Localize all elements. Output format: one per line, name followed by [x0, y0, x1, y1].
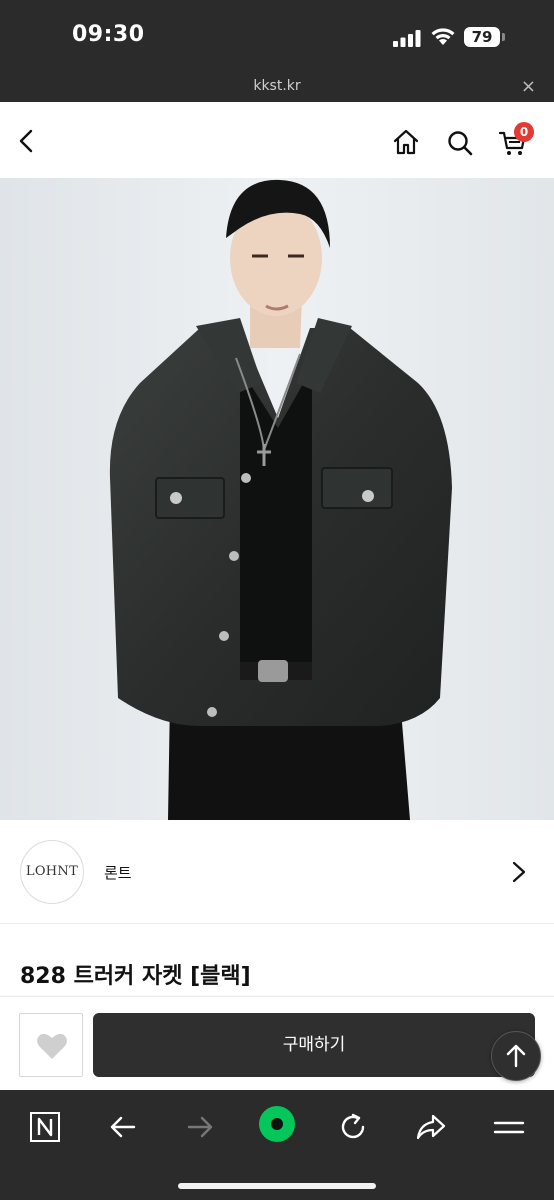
battery-tip [502, 33, 505, 41]
green-dot-icon[interactable] [257, 1104, 297, 1144]
close-icon[interactable]: × [521, 76, 536, 97]
arrow-up-icon [506, 1044, 526, 1068]
home-icon[interactable] [392, 128, 420, 156]
status-bar: 09:30 79 [0, 0, 554, 72]
reload-icon[interactable] [336, 1110, 370, 1144]
heart-icon [37, 1033, 67, 1059]
naver-n-icon[interactable] [28, 1110, 62, 1144]
status-time: 09:30 [72, 22, 145, 47]
brand-logo[interactable]: LOHNT [20, 840, 84, 904]
home-indicator [178, 1183, 376, 1189]
product-image [0, 178, 554, 820]
chevron-right-icon[interactable] [508, 860, 530, 884]
back-icon[interactable] [106, 1110, 140, 1144]
forward-icon[interactable] [183, 1110, 217, 1144]
app-header [0, 102, 554, 178]
wishlist-button[interactable] [19, 1013, 83, 1077]
menu-icon[interactable] [492, 1110, 526, 1144]
battery-indicator: 79 [464, 27, 500, 47]
url-text[interactable]: kkst.kr [0, 78, 554, 94]
back-arrow-icon[interactable] [14, 128, 40, 154]
scroll-top-button[interactable] [491, 1031, 541, 1081]
wifi-icon [431, 28, 455, 45]
url-bar[interactable]: kkst.kr × [0, 72, 554, 102]
purchase-bar: 구매하기 [0, 996, 554, 1090]
product-title: 828 트러커 자켓 [블랙] [20, 964, 251, 989]
search-icon[interactable] [446, 129, 474, 157]
buy-button[interactable]: 구매하기 [93, 1013, 535, 1077]
cart-count-badge: 0 [514, 122, 534, 142]
share-icon[interactable] [414, 1110, 448, 1144]
brand-name[interactable]: 론트 [104, 862, 132, 883]
brand-row[interactable]: LOHNT 론트 [0, 820, 554, 924]
signal-icon [393, 30, 421, 47]
